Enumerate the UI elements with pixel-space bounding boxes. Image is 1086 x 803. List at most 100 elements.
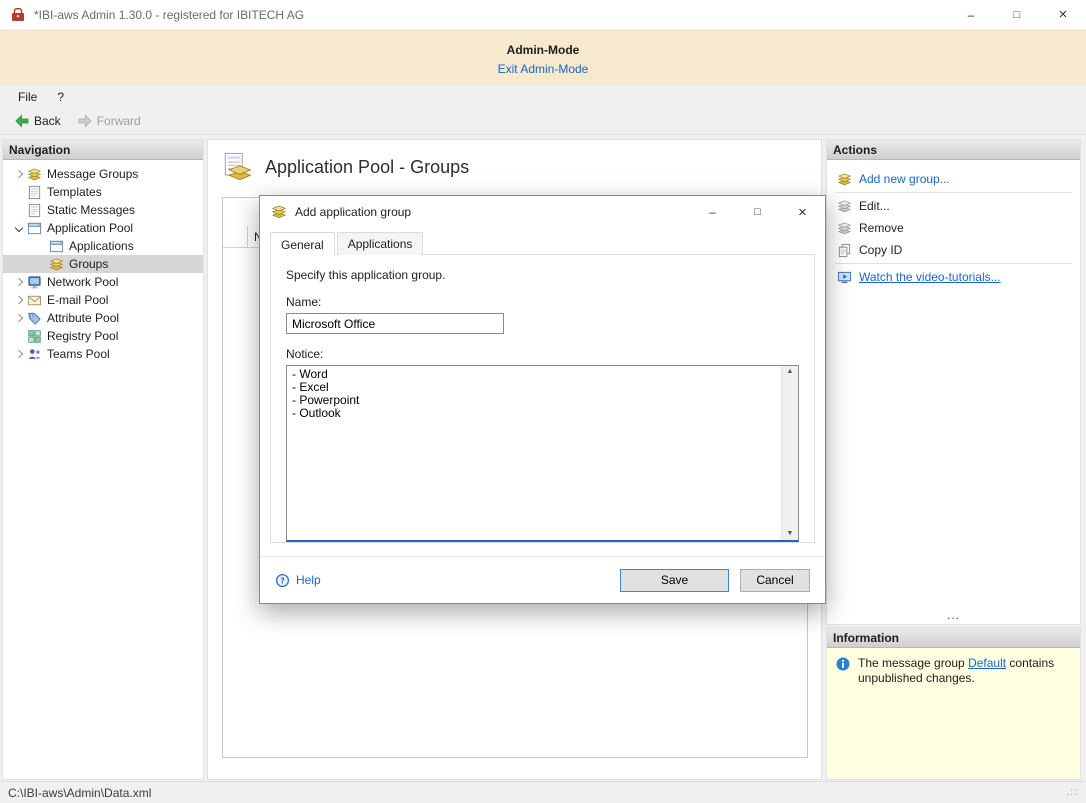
- action-label: Copy ID: [859, 243, 902, 257]
- nav-item-groups[interactable]: Groups: [3, 255, 203, 273]
- add-group-icon: [837, 172, 852, 187]
- back-label: Back: [34, 114, 61, 128]
- nav-item-label: Network Pool: [47, 275, 118, 289]
- chevron-right-icon[interactable]: [11, 274, 27, 290]
- statusbar-data-path: C:\IBI-aws\Admin\Data.xml: [8, 786, 151, 800]
- dialog-minimize-button[interactable]: –: [690, 196, 735, 228]
- action-add-new-group[interactable]: Add new group...: [827, 168, 1080, 190]
- nav-item-label: Applications: [69, 239, 134, 253]
- information-message-prefix: The message group: [858, 656, 968, 670]
- chevron-placeholder: [11, 202, 27, 218]
- maximize-button[interactable]: □: [994, 0, 1040, 29]
- chevron-right-icon[interactable]: [11, 346, 27, 362]
- action-label: Remove: [859, 221, 904, 235]
- nav-item-attribute-pool[interactable]: Attribute Pool: [3, 309, 203, 327]
- message-groups-icon: [27, 167, 42, 182]
- dialog-maximize-button[interactable]: □: [735, 196, 780, 228]
- default-group-link[interactable]: Default: [968, 656, 1006, 670]
- chevron-right-icon[interactable]: [11, 310, 27, 326]
- copy-id-icon: [837, 243, 852, 258]
- nav-item-static-messages[interactable]: Static Messages: [3, 201, 203, 219]
- notice-textarea[interactable]: - Word - Excel - Powerpoint - Outlook: [287, 366, 781, 540]
- minimize-button[interactable]: –: [948, 0, 994, 29]
- nav-item-label: Teams Pool: [47, 347, 110, 361]
- cancel-button[interactable]: Cancel: [740, 569, 810, 592]
- chevron-placeholder: [11, 184, 27, 200]
- chevron-down-icon[interactable]: [11, 220, 27, 236]
- scroll-up-icon[interactable]: ▲: [787, 368, 794, 376]
- notice-field-frame: - Word - Excel - Powerpoint - Outlook ▲ …: [286, 365, 799, 542]
- back-button[interactable]: Back: [6, 110, 69, 132]
- teams-pool-icon: [27, 347, 42, 362]
- dialog-title: Add application group: [295, 205, 411, 219]
- tab-general[interactable]: General: [270, 232, 335, 255]
- dialog-general-tab-page: Specify this application group. Name: No…: [270, 254, 815, 543]
- info-icon: [835, 656, 851, 672]
- tab-applications[interactable]: Applications: [337, 232, 424, 255]
- groups-icon: [49, 257, 64, 272]
- help-link[interactable]: Help: [275, 573, 321, 588]
- exit-admin-mode-link[interactable]: Exit Admin-Mode: [498, 62, 589, 76]
- admin-mode-banner: Admin-Mode Exit Admin-Mode: [0, 30, 1086, 85]
- toolbar: Back Forward: [0, 108, 1086, 135]
- nav-item-label: E-mail Pool: [47, 293, 108, 307]
- close-button[interactable]: ×: [1040, 0, 1086, 29]
- attribute-pool-icon: [27, 311, 42, 326]
- name-label: Name:: [286, 295, 799, 309]
- action-label: Watch the video-tutorials...: [859, 270, 1001, 284]
- help-icon: [275, 573, 290, 588]
- dialog-description: Specify this application group.: [286, 268, 799, 282]
- nav-item-label: Attribute Pool: [47, 311, 119, 325]
- nav-item-message-groups[interactable]: Message Groups: [3, 165, 203, 183]
- forward-arrow-icon: [77, 113, 93, 129]
- nav-item-network-pool[interactable]: Network Pool: [3, 273, 203, 291]
- nav-item-label: Application Pool: [47, 221, 133, 235]
- dialog-titlebar: Add application group – □ ×: [260, 196, 825, 228]
- information-message: The message group Default contains unpub…: [858, 656, 1063, 686]
- notice-scrollbar[interactable]: ▲ ▼: [781, 366, 798, 540]
- statusbar: C:\IBI-aws\Admin\Data.xml .::: [0, 781, 1086, 803]
- action-copy-id[interactable]: Copy ID: [827, 239, 1080, 261]
- scroll-down-icon[interactable]: ▼: [787, 530, 794, 538]
- actions-overflow[interactable]: ...: [827, 608, 1080, 622]
- edit-icon: [837, 199, 852, 214]
- remove-icon: [837, 221, 852, 236]
- chevron-right-icon[interactable]: [11, 166, 27, 182]
- nav-item-label: Static Messages: [47, 203, 135, 217]
- resize-grip[interactable]: .::: [1067, 787, 1078, 798]
- chevron-right-icon[interactable]: [11, 292, 27, 308]
- static-messages-icon: [27, 203, 42, 218]
- navigation-tree: Message Groups Templates Static Messages…: [3, 160, 203, 363]
- navigation-panel: Navigation Message Groups Templates Stat…: [2, 139, 204, 780]
- forward-button[interactable]: Forward: [69, 110, 149, 132]
- back-arrow-icon: [14, 113, 30, 129]
- app-icon: [10, 7, 26, 23]
- action-watch-video-tutorials[interactable]: Watch the video-tutorials...: [827, 266, 1080, 288]
- menu-help[interactable]: ?: [47, 87, 74, 107]
- nav-item-applications[interactable]: Applications: [3, 237, 203, 255]
- applications-icon: [49, 239, 64, 254]
- name-input[interactable]: [286, 313, 504, 334]
- information-header: Information: [827, 628, 1080, 648]
- nav-item-application-pool[interactable]: Application Pool: [3, 219, 203, 237]
- nav-item-registry-pool[interactable]: Registry Pool: [3, 327, 203, 345]
- nav-item-email-pool[interactable]: E-mail Pool: [3, 291, 203, 309]
- dialog-close-button[interactable]: ×: [780, 196, 825, 228]
- actions-header: Actions: [827, 140, 1080, 160]
- network-pool-icon: [27, 275, 42, 290]
- actions-list: Add new group... Edit... Remove Copy ID …: [827, 160, 1080, 624]
- action-edit[interactable]: Edit...: [827, 195, 1080, 217]
- forward-label: Forward: [97, 114, 141, 128]
- save-button[interactable]: Save: [620, 569, 729, 592]
- menu-file[interactable]: File: [8, 87, 47, 107]
- window-title: *IBI-aws Admin 1.30.0 - registered for I…: [34, 8, 304, 22]
- nav-item-templates[interactable]: Templates: [3, 183, 203, 201]
- page-title-area: Application Pool - Groups: [222, 152, 469, 182]
- action-label: Edit...: [859, 199, 890, 213]
- window-titlebar: *IBI-aws Admin 1.30.0 - registered for I…: [0, 0, 1086, 30]
- nav-item-teams-pool[interactable]: Teams Pool: [3, 345, 203, 363]
- chevron-placeholder: [33, 256, 49, 272]
- add-application-group-dialog: Add application group – □ × General Appl…: [259, 195, 826, 604]
- application-pool-icon: [27, 221, 42, 236]
- action-remove[interactable]: Remove: [827, 217, 1080, 239]
